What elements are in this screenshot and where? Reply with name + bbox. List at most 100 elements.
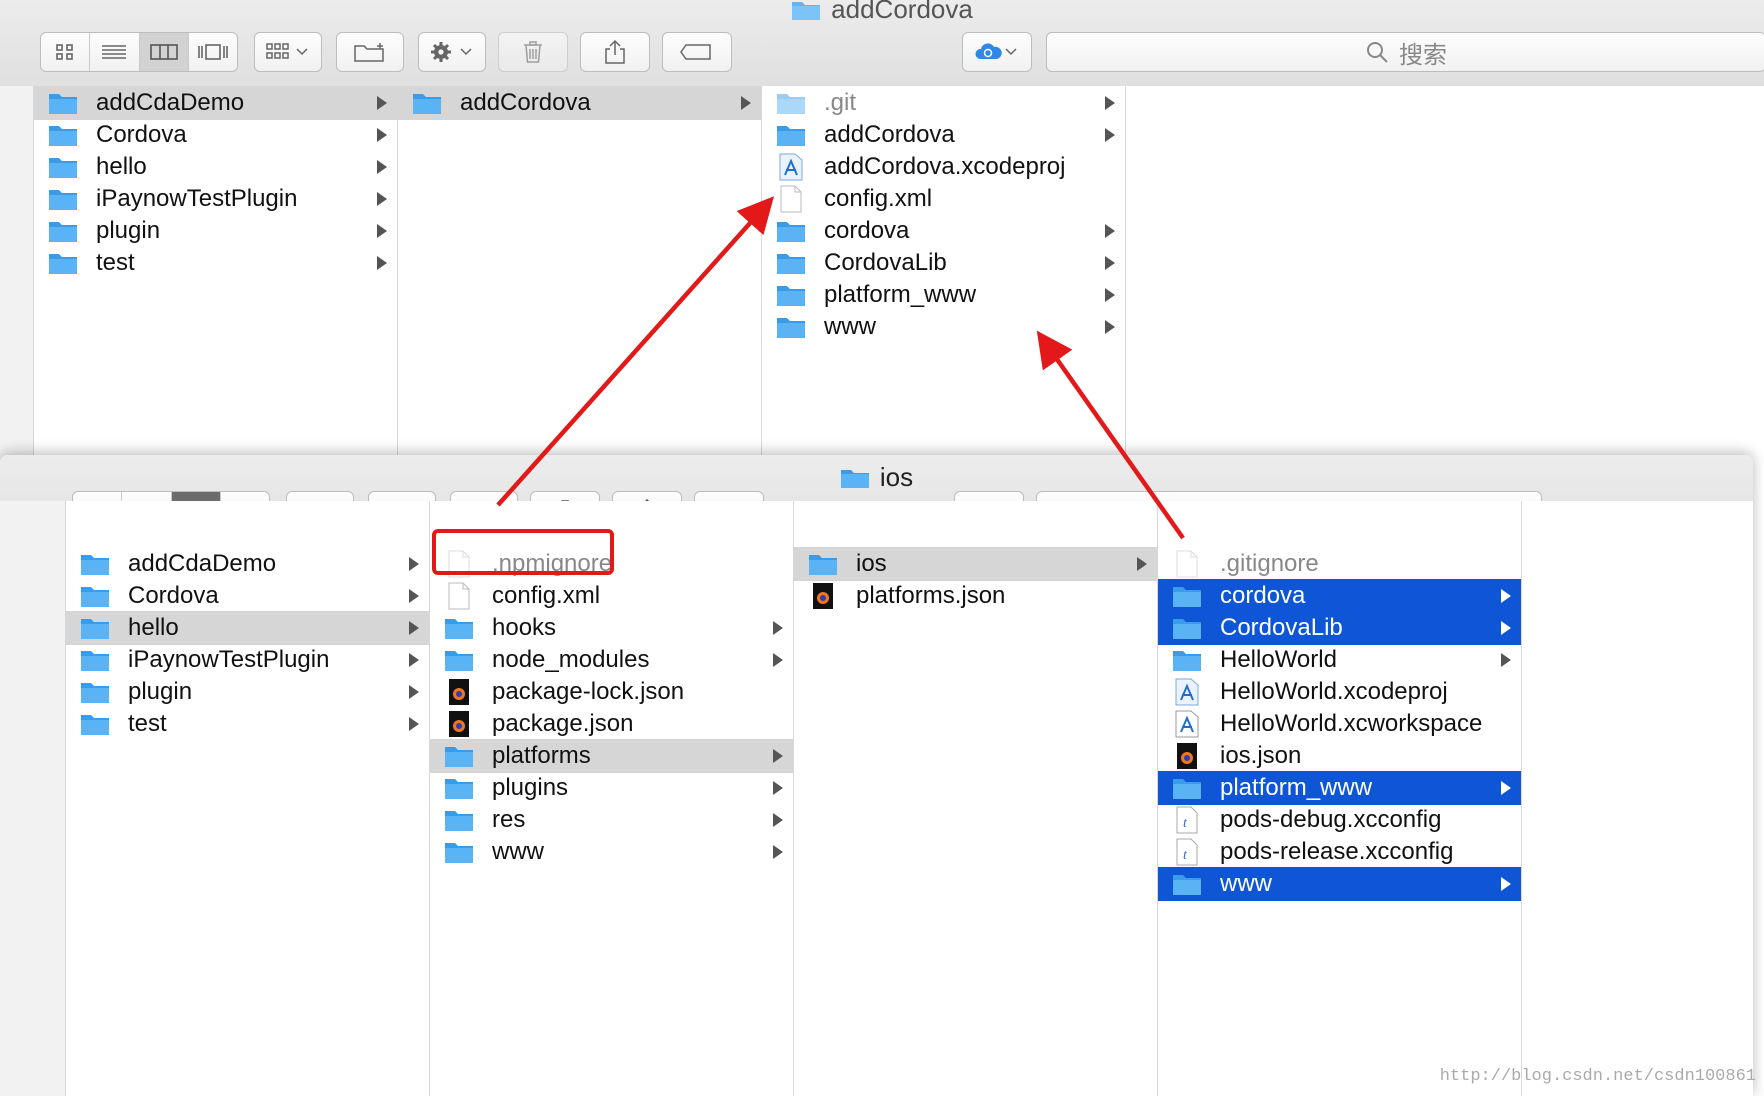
item-label: package-lock.json: [492, 678, 685, 705]
list-item-helloworld-xcworkspace[interactable]: HelloWorld.xcworkspace: [1158, 707, 1521, 741]
list-item-test[interactable]: test: [66, 707, 429, 741]
item-label: test: [96, 249, 135, 276]
list-item-ipaynowtestplugin[interactable]: iPaynowTestPlugin: [66, 643, 429, 677]
column-browser: addCdaDemo Cordova hello iPaynowTestPlugin p…: [0, 501, 1753, 1096]
gallery-view-button[interactable]: [189, 33, 237, 71]
trash-button[interactable]: [498, 32, 568, 72]
sidebar: [0, 501, 66, 1096]
item-label: ios: [856, 550, 887, 577]
folder-icon: [78, 645, 112, 675]
list-item-addcdademo[interactable]: addCdaDemo: [66, 547, 429, 581]
xcconfig-icon: t: [1170, 805, 1204, 835]
list-item-www[interactable]: www: [1158, 867, 1521, 901]
disclosure-arrow-icon: [773, 781, 783, 795]
column-view-button[interactable]: [139, 33, 189, 71]
folder-icon: [78, 581, 112, 611]
item-label: pods-debug.xcconfig: [1220, 806, 1442, 833]
list-view-button[interactable]: [90, 33, 140, 71]
list-item-helloworld-xcodeproj[interactable]: HelloWorld.xcodeproj: [1158, 675, 1521, 709]
list-item-config-xml[interactable]: config.xml: [762, 182, 1125, 216]
list-item-www[interactable]: www: [430, 835, 793, 869]
search-placeholder: 搜索: [1399, 41, 1447, 69]
folder-icon: [78, 549, 112, 579]
share-button[interactable]: [580, 32, 650, 72]
folder-icon: [46, 216, 80, 246]
list-item-package-lock-json[interactable]: package-lock.json: [430, 675, 793, 709]
sidebar: [0, 86, 34, 470]
item-label: Cordova: [96, 121, 187, 148]
list-item-platforms-json[interactable]: platforms.json: [794, 579, 1157, 613]
list-item-pods-debug-xcconfig[interactable]: t pods-debug.xcconfig: [1158, 803, 1521, 837]
list-item-package-json[interactable]: package.json: [430, 707, 793, 741]
disclosure-arrow-icon: [773, 813, 783, 827]
tags-button[interactable]: [662, 32, 732, 72]
list-item-addcordova[interactable]: addCordova: [398, 86, 761, 120]
list-item-ios-json[interactable]: ios.json: [1158, 739, 1521, 773]
item-label: platforms: [492, 742, 591, 769]
icloud-button[interactable]: [962, 32, 1032, 72]
finder-window-back: addCordova 搜索 addCdaDemo Cordova hello iPay…: [0, 0, 1764, 470]
item-label: addCordova.xcodeproj: [824, 153, 1066, 180]
list-item-platform-www[interactable]: platform_www: [1158, 771, 1521, 805]
folder-icon: [806, 549, 840, 579]
item-label: addCordova: [824, 121, 955, 148]
list-item-hello[interactable]: hello: [66, 611, 429, 645]
list-item-pods-release-xcconfig[interactable]: t pods-release.xcconfig: [1158, 835, 1521, 869]
item-label: CordovaLib: [824, 249, 947, 276]
folder-icon: [1170, 581, 1204, 611]
disclosure-arrow-icon: [377, 192, 387, 206]
list-item-addcordova-xcodeproj[interactable]: addCordova.xcodeproj: [762, 150, 1125, 184]
folder-icon: [774, 248, 808, 278]
search-field[interactable]: 搜索: [1046, 32, 1764, 72]
view-mode-segmented[interactable]: [40, 32, 238, 72]
list-icon: [102, 45, 127, 59]
folder-icon: [442, 773, 476, 803]
column-2: .npmignore config.xml hooks node_modules pac…: [430, 501, 794, 1096]
item-label: HelloWorld.xcworkspace: [1220, 710, 1483, 737]
share-icon: [605, 39, 625, 64]
list-item-platform-www[interactable]: platform_www: [762, 278, 1125, 312]
item-label: .git: [824, 89, 857, 116]
list-item-hooks[interactable]: hooks: [430, 611, 793, 645]
folder-icon: [442, 741, 476, 771]
list-item-plugin[interactable]: plugin: [34, 214, 397, 248]
list-item-node-modules[interactable]: node_modules: [430, 643, 793, 677]
item-label: hooks: [492, 614, 557, 641]
folder-icon: [46, 184, 80, 214]
new-folder-button[interactable]: [336, 32, 404, 72]
item-label: platforms.json: [856, 582, 1006, 609]
list-item-ipaynowtestplugin[interactable]: iPaynowTestPlugin: [34, 182, 397, 216]
list-item-platforms[interactable]: platforms: [430, 739, 793, 773]
list-item-addcordova[interactable]: addCordova: [762, 118, 1125, 152]
folder-icon: [774, 312, 808, 342]
disclosure-arrow-icon: [1105, 224, 1115, 238]
list-item-www[interactable]: www: [762, 310, 1125, 344]
list-item-cordova[interactable]: Cordova: [66, 579, 429, 613]
list-item-res[interactable]: res: [430, 803, 793, 837]
disclosure-arrow-icon: [409, 557, 419, 571]
action-button[interactable]: [418, 32, 486, 72]
list-item-git[interactable]: .git: [762, 86, 1125, 120]
icon-view-button[interactable]: [41, 33, 91, 71]
list-item-cordova[interactable]: cordova: [1158, 579, 1521, 613]
item-label: CordovaLib: [1220, 614, 1343, 641]
item-label: cordova: [824, 217, 910, 244]
folder-icon: [774, 216, 808, 246]
list-item-plugin[interactable]: plugin: [66, 675, 429, 709]
list-item-cordova[interactable]: cordova: [762, 214, 1125, 248]
list-item-cordovalib[interactable]: CordovaLib: [762, 246, 1125, 280]
list-item-helloworld[interactable]: HelloWorld: [1158, 643, 1521, 677]
list-item-cordova[interactable]: Cordova: [34, 118, 397, 152]
list-item-cordovalib[interactable]: CordovaLib: [1158, 611, 1521, 645]
group-button[interactable]: [254, 32, 322, 72]
list-item-gitignore[interactable]: .gitignore: [1158, 547, 1521, 581]
column-2: addCordova: [398, 86, 762, 470]
group-icon: [266, 43, 308, 59]
list-item-hello[interactable]: hello: [34, 150, 397, 184]
list-item-config-xml[interactable]: config.xml: [430, 579, 793, 613]
list-item-test[interactable]: test: [34, 246, 397, 280]
list-item-addcdademo[interactable]: addCdaDemo: [34, 86, 397, 120]
trash-icon: [524, 41, 542, 63]
list-item-ios[interactable]: ios: [794, 547, 1157, 581]
list-item-plugins[interactable]: plugins: [430, 771, 793, 805]
